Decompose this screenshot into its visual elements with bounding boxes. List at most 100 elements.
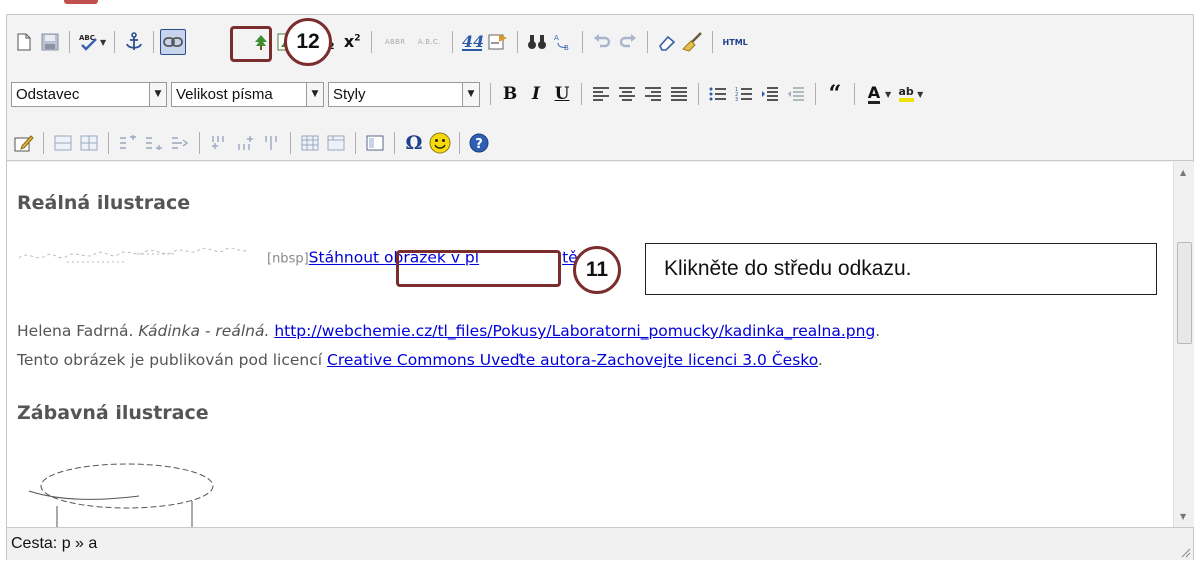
blockquote-button[interactable]: “ [822,81,848,107]
toolbar-separator [712,31,714,53]
edit-visual-aid-button[interactable] [11,130,37,156]
toolbar-separator [108,132,109,154]
delete-row-icon [172,137,189,149]
style-props-button[interactable]: 44 [459,29,485,55]
new-document-icon [17,33,31,51]
undo-button[interactable] [589,29,615,55]
paragraph-format-select[interactable]: Odstavec ▼ [11,81,167,107]
save-button[interactable] [37,29,63,55]
font-color-button[interactable]: A [861,81,887,107]
vertical-scrollbar[interactable]: ▲ ▼ [1173,162,1194,527]
font-color-dropdown-icon[interactable]: ▼ [885,90,891,99]
merge-cells-button[interactable] [323,130,349,156]
outdent-button[interactable] [783,81,809,107]
delete-row-button[interactable] [167,130,193,156]
table-cell-icon [80,135,98,151]
scroll-thumb[interactable] [1177,242,1192,344]
indent-button[interactable] [757,81,783,107]
cleanup-button[interactable] [680,29,706,55]
special-char-button[interactable]: Ω [401,130,427,156]
underline-button[interactable]: U [549,81,575,107]
spellcheck-icon: ABC [79,34,97,51]
insert-row-before-icon [120,135,136,149]
highlight-dropdown-icon[interactable]: ▼ [917,90,923,99]
omega-icon: Ω [405,131,423,154]
acronym-button[interactable]: A.B.C. [412,29,446,55]
insert-col-after-icon [238,136,253,150]
split-cells-button[interactable] [297,130,323,156]
toolbar-separator [815,83,816,105]
table-row-props-button[interactable] [50,130,76,156]
license-paragraph: Tento obrázek je publikován pod licencí … [17,351,823,369]
svg-text:?: ? [475,137,483,152]
credit-title: Kádinka - reálná. [138,322,270,340]
bullet-list-icon [709,87,726,101]
anchor-button[interactable] [121,29,147,55]
merge-cells-icon [327,135,345,151]
align-center-button[interactable] [614,81,640,107]
superscript-button[interactable]: x2 [339,29,365,55]
highlight-color-button[interactable]: ab [893,81,919,107]
table-cell-props-button[interactable] [76,130,102,156]
acronym-icon: A.B.C. [417,38,441,46]
abbr-icon: ABBR [384,38,406,46]
insert-row-after-button[interactable] [141,130,167,156]
html-source-button[interactable]: HTML [719,29,751,55]
insert-col-after-button[interactable] [232,130,258,156]
insert-col-before-button[interactable] [206,130,232,156]
resize-grip-icon[interactable] [1179,546,1191,558]
toolbar-separator [371,31,373,53]
editor-toolbar: ABC ▼ x2 x2 [7,15,1193,161]
replace-icon: AB [554,34,569,52]
help-button[interactable]: ? [466,130,492,156]
font-size-select[interactable]: Velikost písma ▼ [171,81,324,107]
editor-content[interactable]: Reálná ilustrace [nbsp]Stáhnout obrázek … [7,162,1173,527]
smiley-icon [429,132,451,154]
underline-icon: U [554,83,570,104]
redo-button[interactable] [615,29,641,55]
bold-button[interactable]: B [497,81,523,107]
styles-select[interactable]: Styly ▼ [328,81,480,107]
align-right-button[interactable] [640,81,666,107]
nbsp-tag: [nbsp] [267,251,309,267]
toolbar-separator [290,132,291,154]
align-left-icon [593,87,609,101]
binoculars-icon [528,35,547,49]
spellcheck-button[interactable]: ABC [76,29,102,55]
replace-button[interactable]: AB [550,29,576,55]
bullet-list-button[interactable] [705,81,731,107]
toolbar-separator [490,83,491,105]
scroll-up-icon[interactable]: ▲ [1180,168,1186,177]
insert-link-button[interactable] [160,29,187,55]
align-left-button[interactable] [588,81,614,107]
delete-col-button[interactable] [258,130,284,156]
toolbar-separator [581,83,582,105]
abbr-button[interactable]: ABBR [378,29,412,55]
layer-icon [366,135,384,151]
insert-row-after-icon [146,137,162,150]
insert-row-before-button[interactable] [115,130,141,156]
scroll-down-icon[interactable]: ▼ [1180,512,1186,521]
link-text-highlight [396,250,561,287]
document-props-button[interactable] [485,29,511,55]
remove-format-button[interactable] [654,29,680,55]
svg-text:3: 3 [735,97,738,102]
font-color-icon: A [867,82,881,104]
font-size-value: Velikost písma [176,85,273,103]
emoticon-button[interactable] [427,130,453,156]
spellcheck-dropdown-icon[interactable]: ▼ [100,38,106,47]
anchor-icon [126,32,143,50]
highlight-icon: ab [898,86,914,102]
find-button[interactable] [524,29,550,55]
credit-author: Helena Fadrná. [17,322,134,340]
license-link[interactable]: Creative Commons Uveďte autora-Zachovejt… [327,351,818,369]
numbered-list-button[interactable]: 123 [731,81,757,107]
credit-url-link[interactable]: http://webchemie.cz/tl_files/Pokusy/Labo… [274,322,875,340]
italic-icon: I [532,83,540,104]
italic-button[interactable]: I [523,81,549,107]
toolbar-separator [459,132,460,154]
insert-layer-button[interactable] [362,130,388,156]
help-icon: ? [469,133,489,153]
new-document-button[interactable] [11,29,37,55]
align-justify-button[interactable] [666,81,692,107]
